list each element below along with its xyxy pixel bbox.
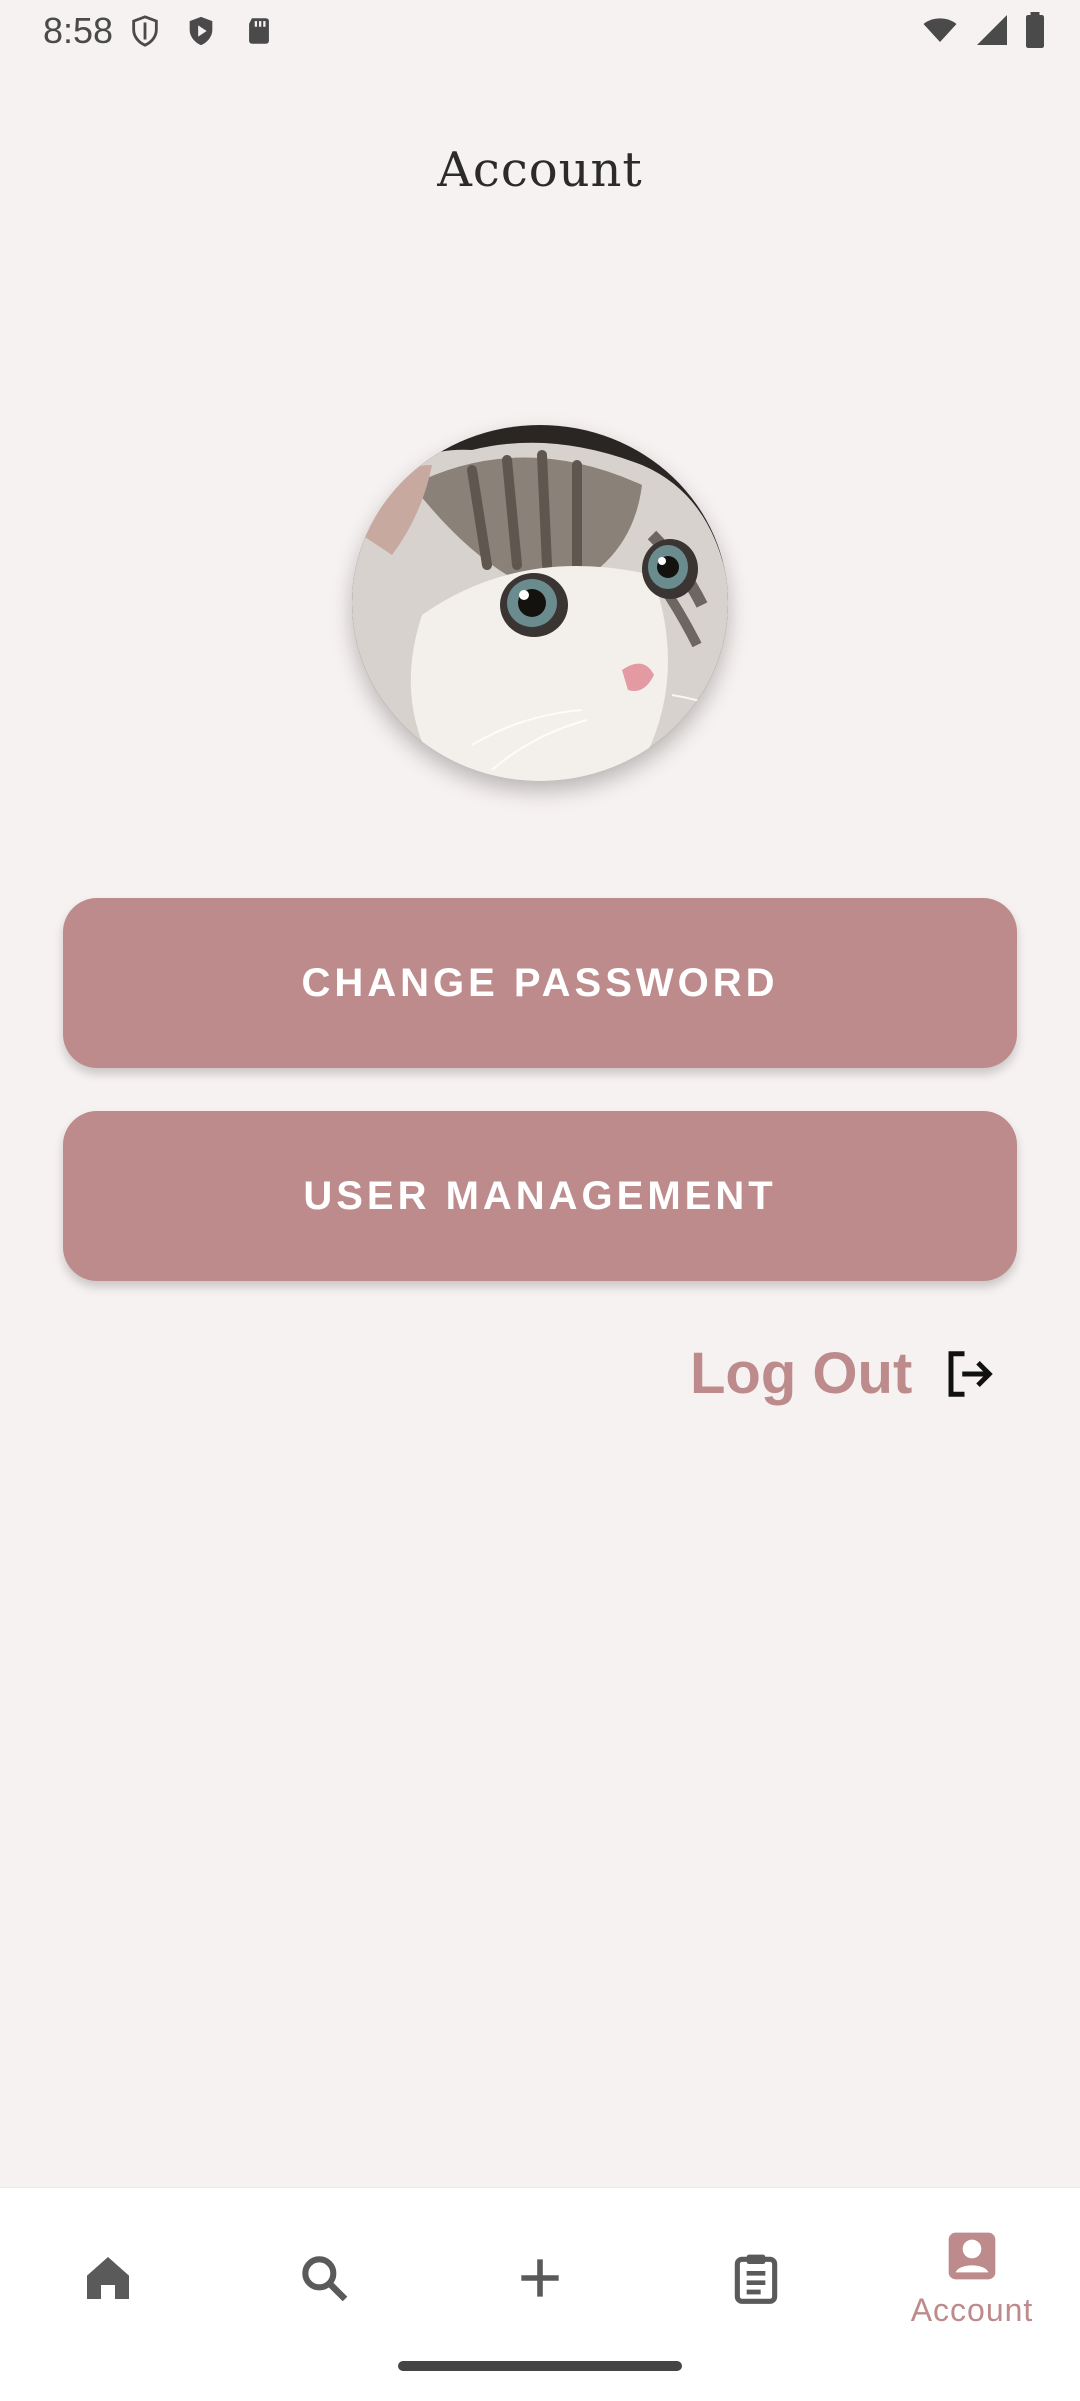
user-management-button[interactable]: USER MANAGEMENT: [63, 1111, 1017, 1281]
status-time: 8:58: [43, 10, 114, 51]
status-bar: 8:58: [0, 0, 1080, 64]
shield-icon: [132, 15, 158, 47]
nav-home[interactable]: [0, 2208, 216, 2348]
logout-icon: [948, 1350, 994, 1397]
logout-label: Log Out: [690, 1341, 913, 1406]
home-icon: [87, 2257, 129, 2299]
nav-search[interactable]: [216, 2208, 432, 2348]
cat-avatar-image: [352, 425, 728, 781]
logout-button[interactable]: Log Out: [690, 1340, 998, 1407]
account-icon: [948, 2232, 996, 2279]
nav-clipboard[interactable]: [648, 2208, 864, 2348]
signal-icon: [977, 15, 1007, 45]
nav-account[interactable]: Account: [864, 2208, 1080, 2348]
clipboard-icon: [734, 2254, 778, 2304]
status-right-icons: [920, 12, 1046, 48]
page-title: Account: [437, 142, 643, 198]
change-password-button[interactable]: CHANGE PASSWORD: [63, 898, 1017, 1068]
nav-add[interactable]: [432, 2208, 648, 2348]
plus-icon: [521, 2259, 559, 2297]
avatar[interactable]: [352, 425, 728, 781]
sd-card-icon: [249, 18, 269, 44]
nav-account-label: Account: [910, 2291, 1034, 2328]
home-indicator[interactable]: [398, 2361, 682, 2371]
wifi-icon: [923, 18, 957, 42]
search-icon: [302, 2256, 348, 2302]
play-shield-icon: [189, 16, 213, 46]
battery-icon: [1026, 12, 1044, 48]
